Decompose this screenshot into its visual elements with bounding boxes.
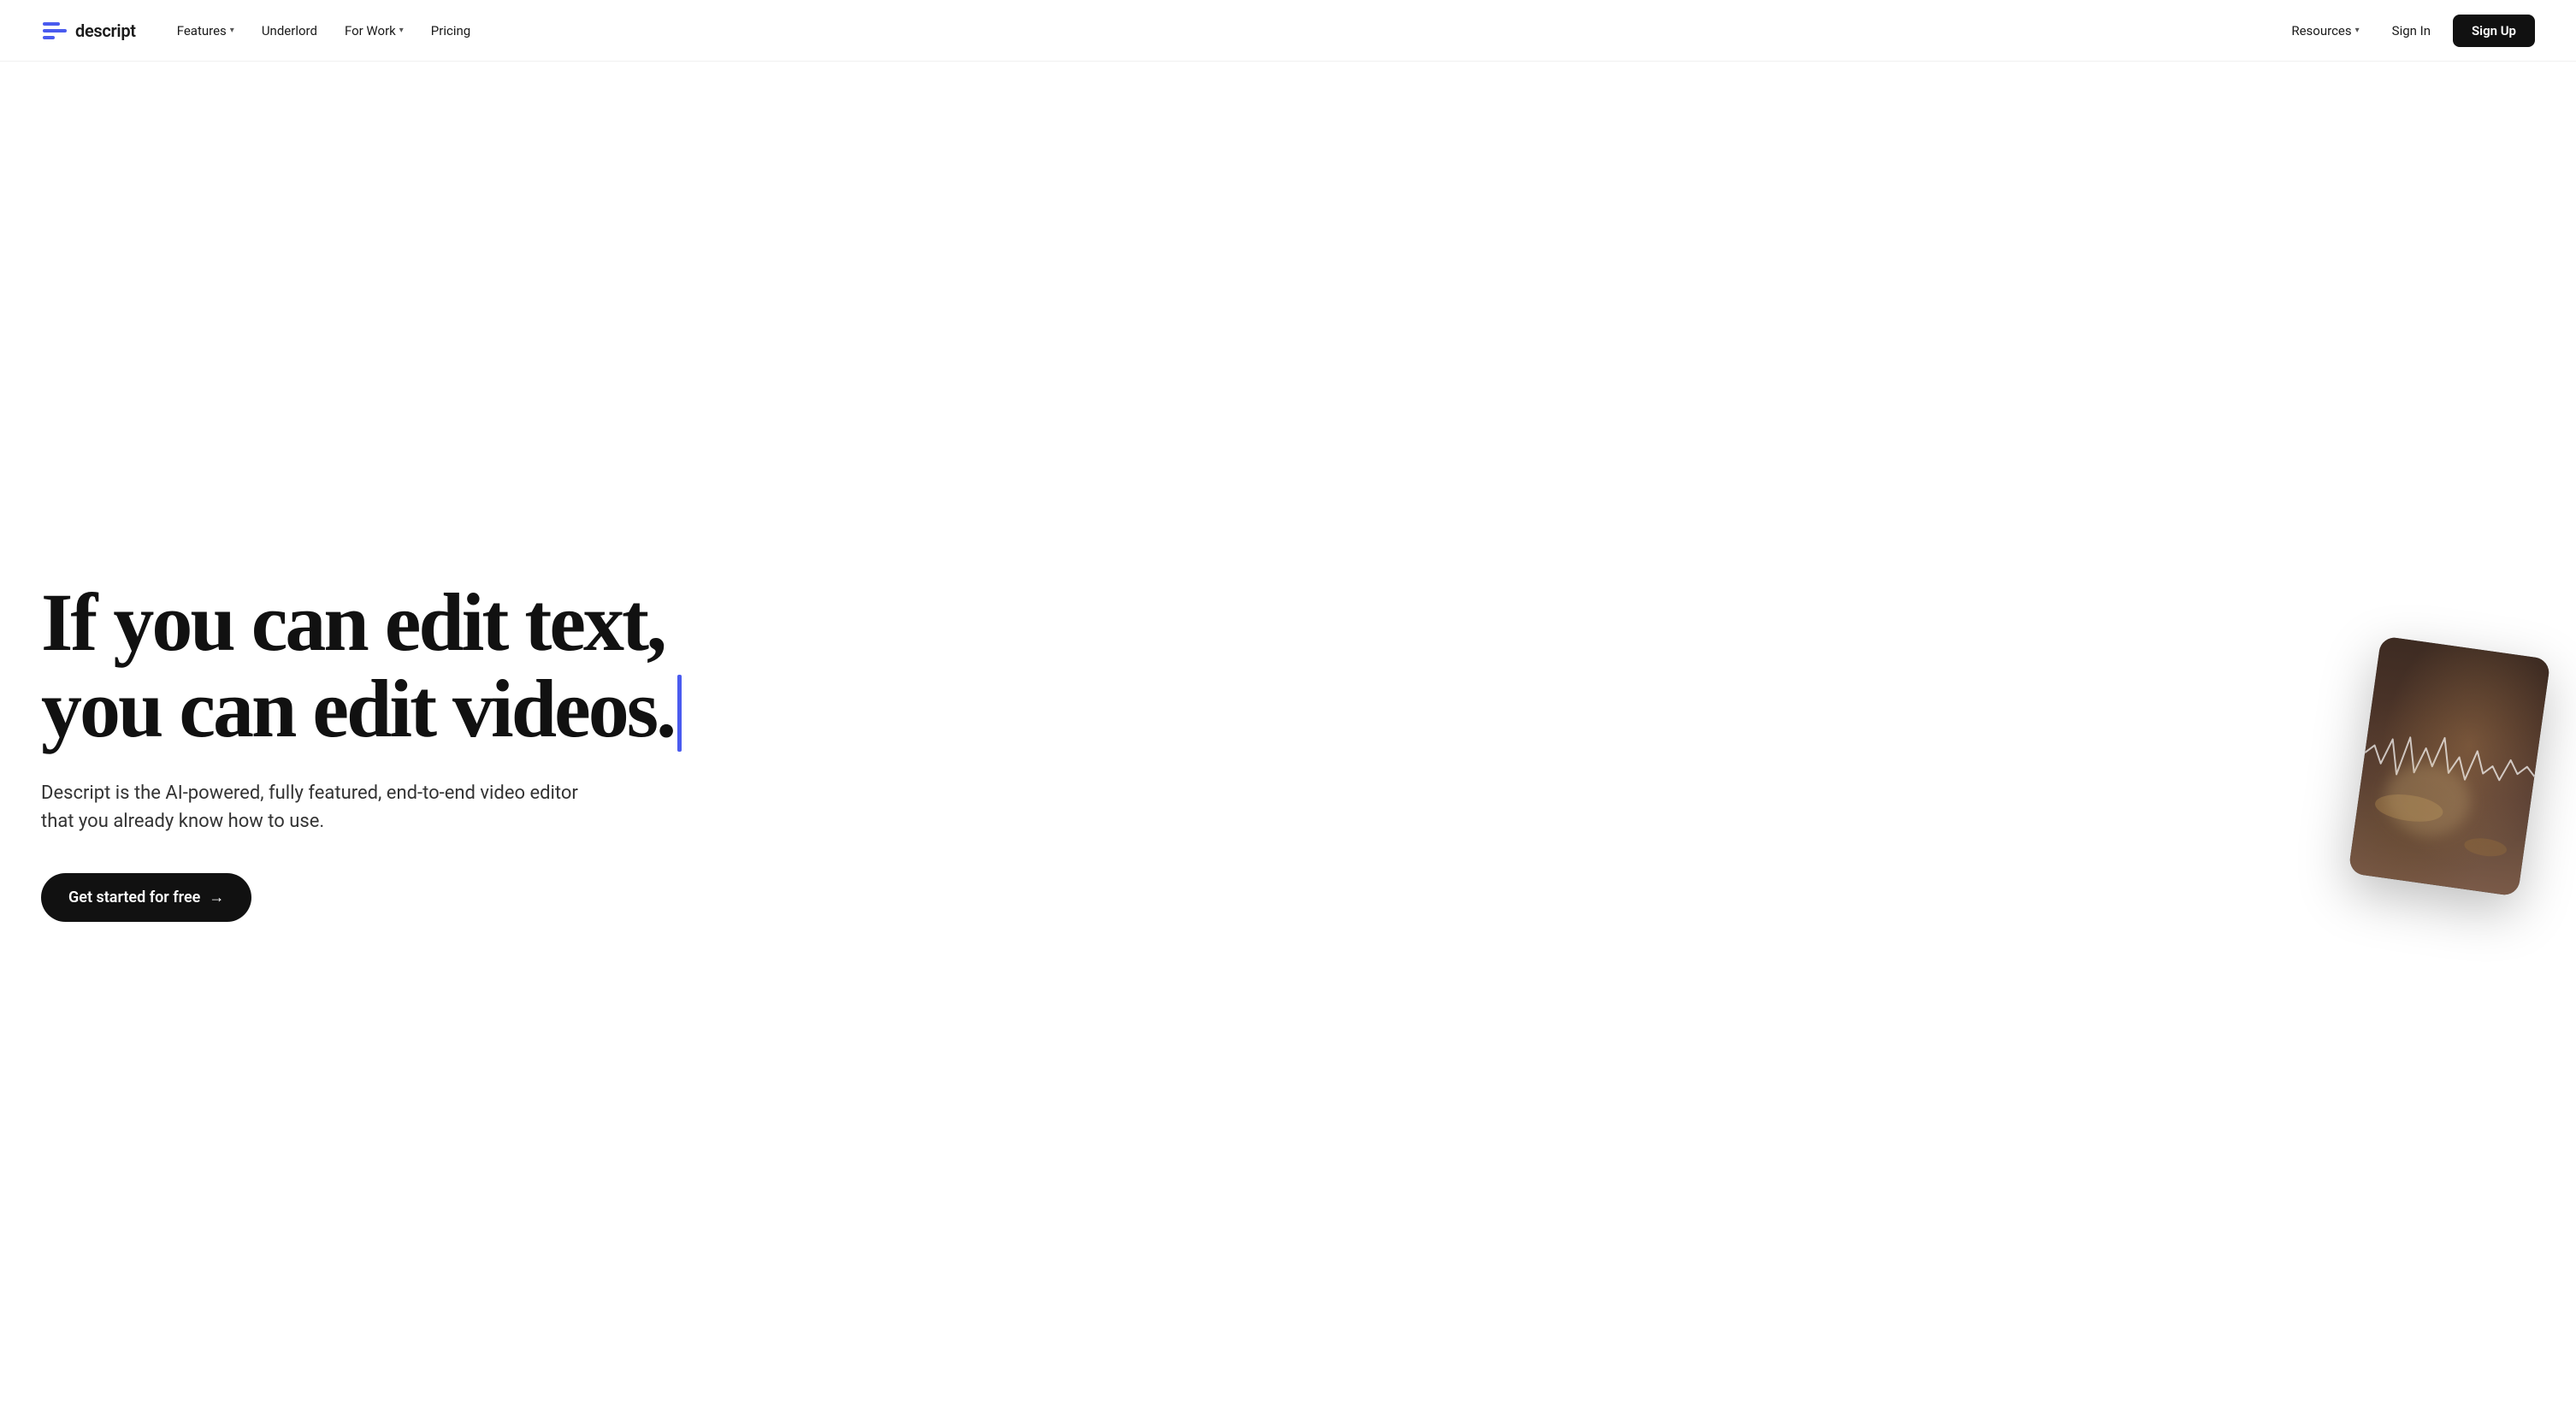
- waveform-overlay: [2360, 718, 2539, 810]
- hero-subtext: Descript is the AI-powered, fully featur…: [41, 779, 588, 835]
- bowl-decoration: [2373, 790, 2444, 825]
- nav-underlord[interactable]: Underlord: [251, 16, 328, 45]
- hero-content: If you can edit text, you can edit video…: [41, 580, 742, 923]
- video-card-inner: [2348, 635, 2550, 896]
- nav-pricing[interactable]: Pricing: [421, 16, 481, 45]
- hero-visual: [2364, 647, 2535, 886]
- sign-up-button[interactable]: Sign Up: [2453, 15, 2535, 47]
- for-work-chevron-icon: ▾: [399, 26, 404, 35]
- nav-resources[interactable]: Resources ▾: [2281, 16, 2369, 45]
- sign-in-button[interactable]: Sign In: [2377, 15, 2446, 47]
- waveform-svg: [2360, 718, 2539, 810]
- nav-features[interactable]: Features ▾: [167, 16, 245, 45]
- logo-text: descript: [75, 21, 136, 41]
- navigation: descript Features ▾ Underlord For Work ▾…: [0, 0, 2576, 62]
- nav-left: descript Features ▾ Underlord For Work ▾…: [41, 16, 481, 45]
- text-cursor: [677, 675, 682, 752]
- features-chevron-icon: ▾: [230, 26, 234, 35]
- video-preview-card: [2348, 635, 2550, 896]
- get-started-button[interactable]: Get started for free →: [41, 873, 251, 922]
- logo-link[interactable]: descript: [41, 17, 136, 44]
- hero-section: If you can edit text, you can edit video…: [0, 62, 2576, 1423]
- resources-chevron-icon: ▾: [2355, 26, 2360, 35]
- hero-headline: If you can edit text, you can edit video…: [41, 580, 742, 753]
- cta-arrow-icon: →: [209, 889, 224, 906]
- bowl-decoration-2: [2463, 835, 2508, 859]
- nav-links: Features ▾ Underlord For Work ▾ Pricing: [167, 16, 482, 45]
- nav-for-work[interactable]: For Work ▾: [334, 16, 414, 45]
- nav-right: Resources ▾ Sign In Sign Up: [2281, 15, 2535, 47]
- descript-logo-icon: [41, 17, 68, 44]
